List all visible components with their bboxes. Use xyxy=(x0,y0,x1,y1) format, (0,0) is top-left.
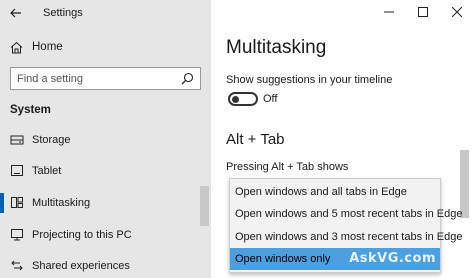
multitasking-icon xyxy=(11,197,23,208)
home-icon xyxy=(10,41,23,54)
timeline-label: Show suggestions in your timeline xyxy=(226,74,393,86)
sidebar-item-label: Projecting to this PC xyxy=(32,229,132,241)
back-button[interactable] xyxy=(4,2,28,24)
storage-icon xyxy=(10,135,24,145)
dropdown-option[interactable]: Open windows and all tabs in Edge xyxy=(230,181,440,203)
back-arrow-icon xyxy=(10,8,21,18)
title-bar: Settings xyxy=(0,0,211,26)
option-label: Open windows and 5 most recent tabs in E… xyxy=(235,208,463,220)
sidebar-item-label: Shared experiences xyxy=(32,260,130,272)
option-label: Open windows only xyxy=(235,253,331,265)
dropdown-option[interactable]: Open windows and 5 most recent tabs in E… xyxy=(230,203,462,225)
sidebar-scrollbar[interactable] xyxy=(200,186,209,226)
watermark: AskVG.com xyxy=(349,251,436,266)
window-controls xyxy=(372,0,474,24)
maximize-icon xyxy=(418,7,428,17)
shared-experiences-icon xyxy=(11,260,23,271)
search-box[interactable] xyxy=(10,67,201,90)
timeline-toggle[interactable] xyxy=(228,92,258,106)
sidebar-item-projecting[interactable]: Projecting to this PC xyxy=(0,222,211,248)
sidebar-item-home[interactable]: Home xyxy=(0,36,211,60)
dropdown-option[interactable]: Open windows and 3 most recent tabs in E… xyxy=(230,226,462,248)
maximize-button[interactable] xyxy=(406,0,440,24)
alt-tab-label: Pressing Alt + Tab shows xyxy=(226,161,349,173)
app-title: Settings xyxy=(43,7,83,19)
content-pane: Multitasking Show suggestions in your ti… xyxy=(211,0,474,278)
toggle-knob xyxy=(232,95,239,103)
sidebar-item-multitasking[interactable]: Multitasking xyxy=(0,190,211,216)
page-title: Multitasking xyxy=(226,37,327,58)
minimize-icon xyxy=(384,11,394,13)
search-input[interactable] xyxy=(17,71,167,86)
option-label: Open windows and all tabs in Edge xyxy=(235,186,407,198)
sidebar-item-label: Multitasking xyxy=(32,197,91,209)
alt-tab-header: Alt + Tab xyxy=(226,131,285,148)
option-label: Open windows and 3 most recent tabs in E… xyxy=(235,231,463,243)
sidebar-item-shared-experiences[interactable]: Shared experiences xyxy=(0,253,211,278)
sidebar: Settings Home System Storage xyxy=(0,0,211,278)
minimize-button[interactable] xyxy=(372,0,406,24)
tablet-icon xyxy=(11,165,23,176)
sidebar-item-tablet[interactable]: Tablet xyxy=(0,158,211,184)
toggle-state-label: Off xyxy=(263,93,278,105)
section-header: System xyxy=(10,104,51,116)
projecting-icon xyxy=(11,229,23,241)
selection-indicator xyxy=(0,193,4,213)
sidebar-item-storage[interactable]: Storage xyxy=(0,127,211,153)
search-icon[interactable] xyxy=(181,72,194,85)
sidebar-item-label: Storage xyxy=(32,134,71,146)
sidebar-item-label: Tablet xyxy=(32,165,62,177)
close-button[interactable] xyxy=(440,0,474,24)
settings-window: Settings Home System Storage xyxy=(0,0,474,278)
sidebar-item-label: Home xyxy=(32,41,63,53)
close-icon xyxy=(452,7,462,17)
